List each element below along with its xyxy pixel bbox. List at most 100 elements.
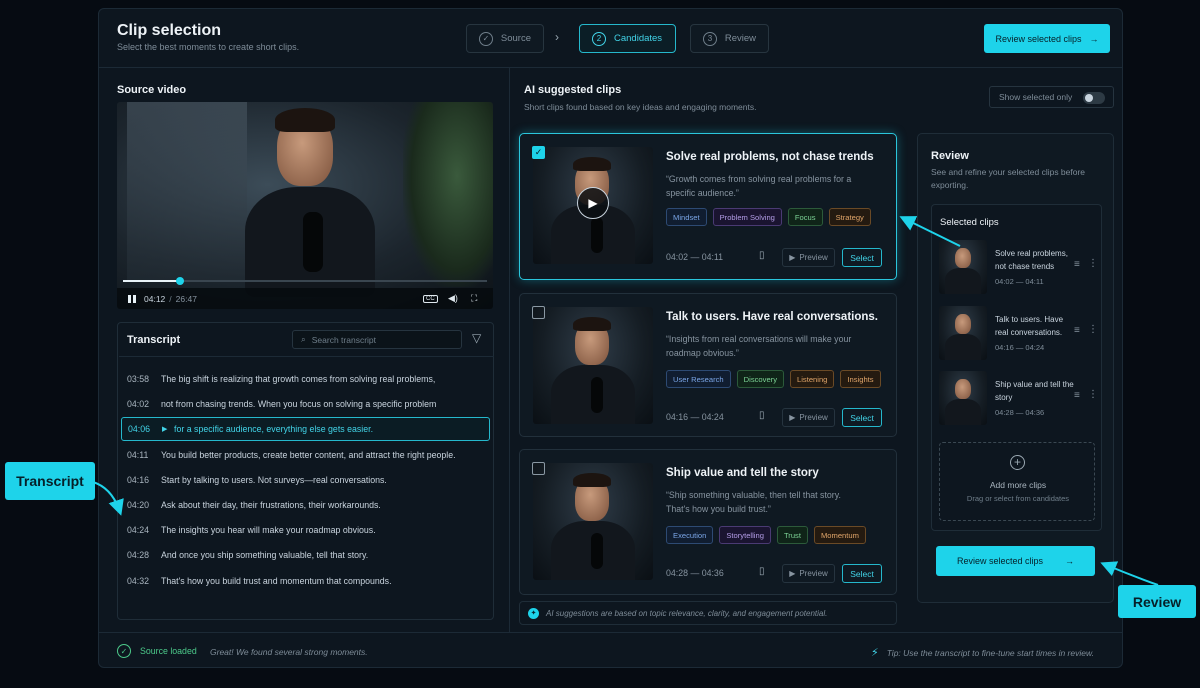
drag-handle-icon[interactable]: ≡ — [1074, 390, 1080, 401]
clip-tag[interactable]: Strategy — [828, 208, 871, 226]
play-icon[interactable]: ▶ — [577, 187, 609, 219]
preview-button[interactable]: ▶ Preview — [782, 408, 835, 427]
drag-handle-icon[interactable]: ≡ — [1074, 259, 1080, 270]
video-progress[interactable] — [123, 277, 487, 285]
transcript-line[interactable]: 04:16 Start by talking to users. Not surv… — [121, 468, 490, 492]
transcript-callout: Transcript — [5, 462, 95, 500]
video-player[interactable]: 04:12 / 26:47 CC ◀) ⛶ — [117, 102, 493, 309]
transcript-line-active[interactable]: 04:06 ▶ for a specific audience, everythin… — [121, 417, 490, 442]
clip-tags: Execution Storytelling Trust Momentum — [666, 526, 866, 544]
clip-time-range: 04:16 — 04:24 — [666, 412, 724, 422]
duration: 26:47 — [175, 293, 197, 304]
clip-quote: “Insights from real conversations will m… — [666, 334, 852, 358]
pause-icon[interactable] — [128, 294, 136, 303]
source-status-text: Source loaded — [140, 646, 197, 656]
review-subtitle: See and refine your selected clips befor… — [931, 167, 1086, 190]
video-controls: 04:12 / 26:47 CC ◀) ⛶ — [117, 288, 493, 309]
fullscreen-icon[interactable]: ⛶ — [471, 293, 477, 304]
more-options-icon[interactable]: ⋮ — [1088, 389, 1098, 400]
captions-icon[interactable]: CC — [423, 294, 438, 303]
transcript-text: The big shift is realizing that growth c… — [161, 374, 436, 384]
selected-clip-name: Talk to users. Have real conversations. — [995, 315, 1064, 337]
volume-icon[interactable]: ◀) — [448, 293, 458, 304]
show-selected-only-toggle[interactable]: Show selected only — [989, 86, 1114, 108]
step-source[interactable]: ✓ Source — [466, 24, 544, 53]
preview-button[interactable]: ▶ Preview — [782, 564, 835, 583]
toggle-label: Show selected only — [999, 92, 1073, 102]
step-label: Candidates — [614, 33, 663, 44]
selected-clip-item[interactable]: Solve real problems, not chase trends 04:… — [939, 240, 1098, 294]
check-icon: ✓ — [479, 31, 493, 46]
clip-tag[interactable]: Storytelling — [719, 526, 771, 544]
clip-tag[interactable]: Trust — [776, 526, 808, 544]
review-selected-clips-button-bottom[interactable]: Review selected clips → — [936, 546, 1095, 576]
more-options-icon[interactable]: ⋮ — [1088, 258, 1098, 269]
transcript-line[interactable]: 04:11 You build better products, create b… — [121, 443, 490, 467]
source-status: ✓ Source loaded — [117, 644, 197, 658]
step-candidates[interactable]: 2 Candidates — [579, 24, 676, 53]
selected-clip-name: Ship value and tell the story — [995, 380, 1074, 402]
selected-clip-item[interactable]: Talk to users. Have real conversations. 0… — [939, 306, 1098, 360]
drag-handle-icon[interactable]: ≡ — [1074, 325, 1080, 336]
clip-card[interactable]: ▶ ✓ Solve real problems, not chase trends “… — [519, 133, 897, 280]
preview-button[interactable]: ▶ Preview — [782, 248, 835, 267]
transcript-line[interactable]: 04:24 The insights you hear will make you… — [121, 518, 490, 542]
lightning-icon: ⚡ — [870, 647, 879, 659]
clip-thumbnail[interactable] — [533, 463, 653, 580]
clip-tag[interactable]: Momentum — [813, 526, 866, 544]
speaker-head — [955, 379, 971, 399]
clip-card[interactable]: Ship value and tell the story “Ship somet… — [519, 449, 897, 595]
add-more-clips-dropzone[interactable]: + Add more clips Drag or select from can… — [939, 442, 1095, 521]
clip-tag[interactable]: Focus — [787, 208, 823, 226]
speaker-body — [945, 268, 981, 294]
current-time: 04:12 — [144, 293, 166, 304]
microphone — [591, 377, 603, 413]
clip-tag[interactable]: Listening — [790, 370, 835, 388]
transcript-text: The insights you hear will make your roa… — [161, 525, 376, 536]
clip-tag[interactable]: Execution — [666, 526, 714, 544]
filter-icon[interactable]: ▽ — [472, 331, 481, 345]
select-button[interactable]: Select — [842, 248, 882, 267]
video-progress-handle[interactable] — [176, 277, 185, 285]
clip-thumbnail[interactable] — [533, 307, 653, 424]
clip-tag[interactable]: Problem Solving — [712, 208, 782, 226]
transcript-line[interactable]: 03:58 The big shift is realizing that gro… — [121, 367, 490, 391]
toggle-switch[interactable] — [1083, 92, 1105, 104]
step-label: Source — [500, 33, 531, 44]
clip-tag[interactable]: Mindset — [666, 208, 707, 226]
transcript-title: Transcript — [127, 334, 181, 346]
bookmark-icon[interactable]: ▯ — [759, 250, 765, 261]
clip-card[interactable]: Talk to users. Have real conversations. “… — [519, 293, 897, 437]
footer-message: Great! We found several strong moments. — [210, 647, 368, 657]
select-button[interactable]: Select — [842, 408, 882, 427]
clip-checkbox[interactable]: ✓ — [532, 146, 545, 159]
transcript-text: not from chasing trends. When you focus … — [161, 399, 437, 410]
selected-clip-name: Solve real problems, not chase trends — [995, 249, 1068, 271]
video-progress-fill — [123, 280, 181, 282]
transcript-line[interactable]: 04:02 not from chasing trends. When you f… — [121, 392, 490, 416]
selected-clip-item[interactable]: Ship value and tell the story 04:28 — 04:… — [939, 371, 1098, 425]
clip-tag[interactable]: User Research — [666, 370, 731, 388]
ai-note-text: AI suggestions are based on topic releva… — [546, 608, 828, 618]
transcript-line[interactable]: 04:20 Ask about their day, their frustrat… — [121, 493, 490, 517]
clip-tags: User Research Discovery Listening Insights — [666, 370, 881, 388]
clip-tag[interactable]: Discovery — [736, 370, 784, 388]
bookmark-icon[interactable]: ▯ — [759, 566, 765, 577]
clip-checkbox[interactable] — [532, 306, 545, 319]
search-transcript-input[interactable]: ⌕ Search transcript — [292, 330, 462, 349]
clip-thumbnail[interactable]: ▶ — [533, 147, 653, 264]
step-number: 2 — [592, 31, 606, 46]
select-button[interactable]: Select — [842, 564, 882, 583]
step-review[interactable]: 3 Review — [690, 24, 769, 53]
selected-clip-range: 04:28 — 04:36 — [995, 408, 1045, 417]
bookmark-icon[interactable]: ▯ — [759, 410, 765, 421]
review-selected-clips-button[interactable]: Review selected clips → — [984, 24, 1110, 53]
button-label: Review selected clips — [956, 556, 1044, 566]
more-options-icon[interactable]: ⋮ — [1088, 324, 1098, 335]
transcript-line[interactable]: 04:32 That's how you build trust and mome… — [121, 569, 490, 593]
clip-checkbox[interactable] — [532, 462, 545, 475]
speaker-figure — [533, 463, 653, 580]
review-callout: Review — [1118, 585, 1196, 618]
transcript-line[interactable]: 04:28 And once you ship something valuabl… — [121, 543, 490, 567]
clip-tag[interactable]: Insights — [840, 370, 881, 388]
